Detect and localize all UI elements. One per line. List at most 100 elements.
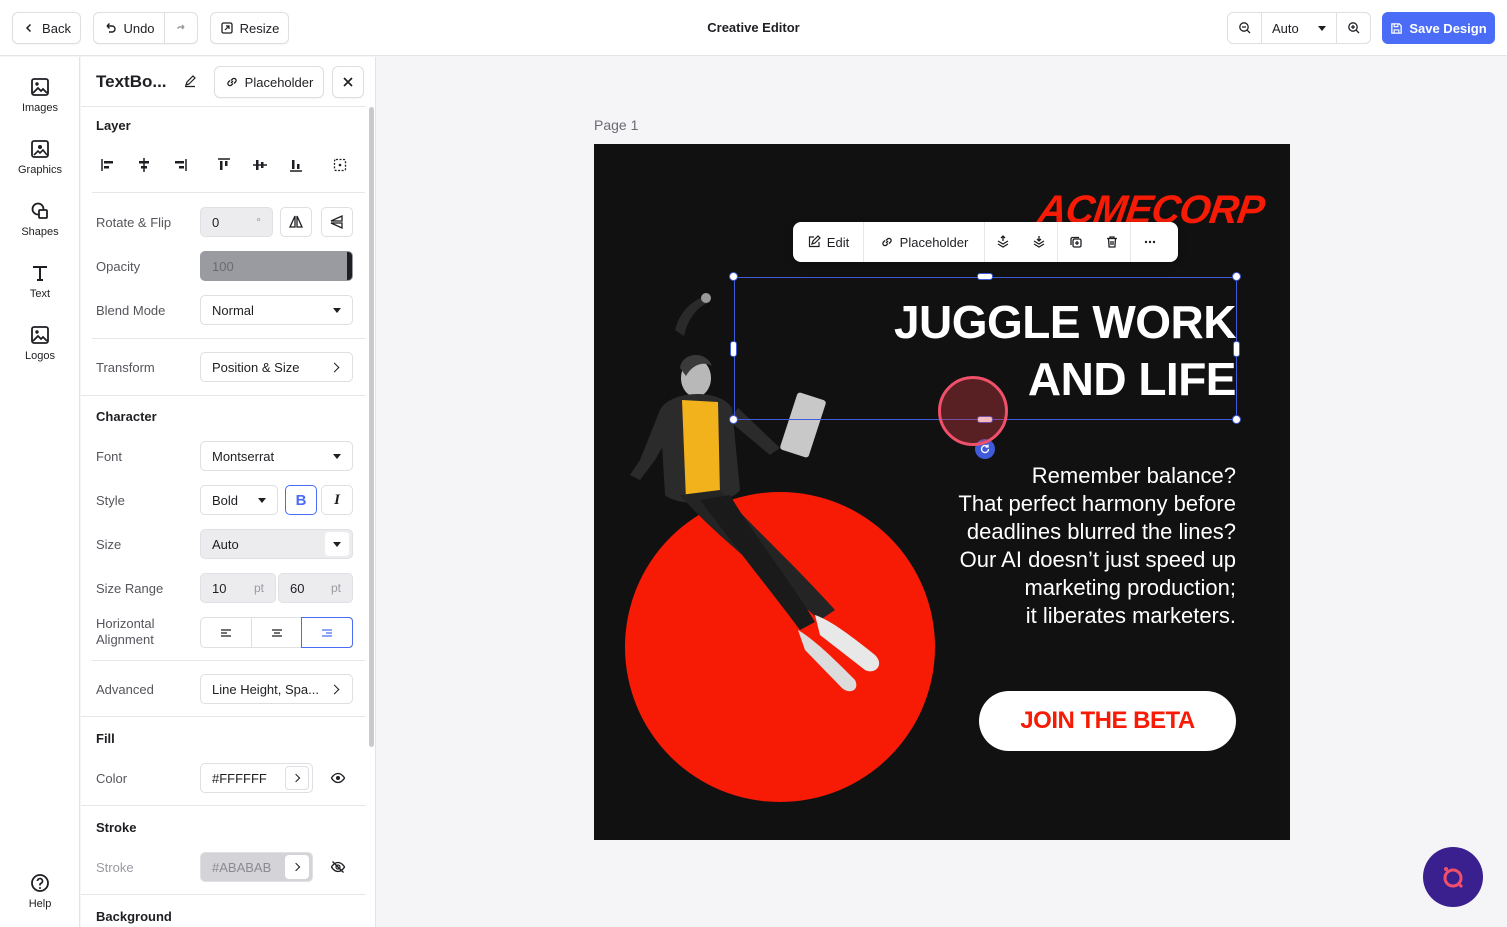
divider [81, 894, 366, 895]
save-label: Save Design [1409, 20, 1487, 36]
eye-off-icon[interactable] [330, 859, 346, 875]
opacity-slider[interactable]: 100 [200, 251, 353, 281]
advanced-label: Advanced [96, 682, 154, 697]
edit-text-button[interactable]: Edit [793, 222, 863, 262]
text-align-right-icon [322, 628, 333, 637]
align-top-button[interactable] [214, 155, 234, 175]
resize-handle-left[interactable] [730, 341, 737, 357]
position-size-button[interactable]: Position & Size [200, 352, 353, 382]
dock-item-help[interactable]: Help [0, 872, 80, 910]
save-design-button[interactable]: Save Design [1382, 12, 1495, 44]
stroke-color-input[interactable]: #ABABAB [200, 852, 313, 882]
size-value: Auto [212, 536, 239, 552]
zoom-out-button[interactable] [1228, 13, 1261, 43]
size-range-label: Size Range [96, 581, 164, 596]
background-heading: Background [96, 909, 172, 924]
trash-icon [1107, 236, 1117, 248]
graphics-icon [31, 140, 49, 158]
close-icon [343, 77, 353, 87]
resize-handle-right[interactable] [1233, 341, 1240, 357]
size-max-value: 60 [290, 580, 305, 596]
text-align-right-button[interactable] [301, 617, 354, 648]
resize-handle-top-left[interactable] [729, 272, 738, 281]
more-horizontal-icon [1144, 240, 1156, 244]
caret-down-icon [333, 307, 341, 313]
eye-icon[interactable] [330, 770, 346, 786]
align-right-icon [175, 159, 187, 171]
italic-toggle[interactable]: I [321, 485, 353, 515]
flip-vertical-button[interactable] [321, 207, 353, 237]
blend-mode-select[interactable]: Normal [200, 295, 353, 325]
transform-label: Transform [96, 360, 155, 375]
opacity-label: Opacity [96, 259, 141, 274]
body-line: deadlines blurred the lines? [966, 519, 1236, 544]
body-copy-text[interactable]: Remember balance? That perfect harmony b… [876, 462, 1236, 630]
toolbar-placeholder-button[interactable]: Placeholder [864, 222, 984, 262]
rotate-input[interactable]: 0 ° [200, 207, 273, 237]
rotate-value: 0 [212, 214, 220, 230]
zoom-select[interactable]: Auto [1261, 13, 1337, 43]
dock-item-images[interactable]: Images [0, 76, 80, 114]
align-to-page-button[interactable] [330, 155, 350, 175]
dock-label: Help [28, 898, 52, 910]
style-select[interactable]: Bold [200, 485, 278, 515]
layer-heading: Layer [96, 118, 131, 133]
fill-color-input[interactable]: #FFFFFF [200, 763, 313, 793]
bring-forward-button[interactable] [985, 222, 1021, 262]
dock-item-text[interactable]: Text [0, 262, 80, 300]
size-range-max[interactable]: 60 pt [278, 573, 353, 603]
dock-item-logos[interactable]: Logos [0, 324, 80, 362]
fill-color-picker-button[interactable] [285, 766, 309, 790]
duplicate-button[interactable] [1058, 222, 1094, 262]
blend-mode-value: Normal [212, 302, 254, 318]
zoom-in-button[interactable] [1337, 13, 1370, 43]
support-chat-button[interactable] [1423, 847, 1483, 907]
italic-icon: I [334, 491, 340, 508]
text-align-center-button[interactable] [252, 618, 303, 647]
panel-placeholder-button[interactable]: Placeholder [214, 66, 324, 98]
edit-icon [808, 235, 821, 248]
resize-handle-bottom-left[interactable] [729, 415, 738, 424]
align-right-button[interactable] [170, 155, 190, 175]
close-panel-button[interactable] [332, 66, 364, 98]
resize-handle-top[interactable] [977, 273, 993, 280]
fill-color-value: #FFFFFF [212, 770, 267, 786]
caret-down-icon [333, 541, 341, 547]
divider [81, 395, 366, 396]
divider [92, 660, 365, 661]
opacity-slider-handle[interactable] [347, 252, 352, 280]
resize-handle-top-right[interactable] [1232, 272, 1241, 281]
rename-pencil-icon[interactable] [183, 74, 197, 88]
bold-toggle[interactable]: B [285, 485, 317, 515]
zoom-out-icon [1238, 22, 1250, 34]
save-icon [1391, 22, 1403, 34]
cursor-indicator [938, 376, 1008, 446]
send-backward-button[interactable] [1021, 222, 1057, 262]
stroke-color-picker-button[interactable] [285, 855, 309, 879]
dock-item-shapes[interactable]: Shapes [0, 200, 80, 238]
delete-button[interactable] [1094, 222, 1130, 262]
size-dropdown-button[interactable] [325, 532, 349, 556]
text-align-left-button[interactable] [201, 618, 252, 647]
text-icon [33, 266, 47, 281]
stroke-heading: Stroke [96, 820, 137, 835]
blend-mode-label: Blend Mode [96, 303, 166, 318]
dock-item-graphics[interactable]: Graphics [0, 138, 80, 176]
align-middle-button[interactable] [250, 155, 270, 175]
align-center-h-button[interactable] [134, 155, 154, 175]
flip-horizontal-button[interactable] [280, 207, 312, 237]
stroke-label: Stroke [96, 860, 134, 875]
body-line: it liberates marketers. [1025, 603, 1236, 628]
more-options-button[interactable] [1131, 222, 1169, 262]
font-select[interactable]: Montserrat [200, 441, 353, 471]
size-select[interactable]: Auto [200, 529, 353, 559]
size-range-min[interactable]: 10 pt [200, 573, 276, 603]
align-left-button[interactable] [98, 155, 118, 175]
align-bottom-button[interactable] [286, 155, 306, 175]
panel-scrollbar[interactable] [369, 107, 374, 747]
resize-handle-bottom-right[interactable] [1232, 415, 1241, 424]
opacity-value: 100 [212, 258, 234, 274]
join-beta-cta[interactable]: JOIN THE BETA [979, 691, 1236, 751]
advanced-typography-button[interactable]: Line Height, Spa... [200, 674, 353, 704]
divider [81, 106, 366, 107]
